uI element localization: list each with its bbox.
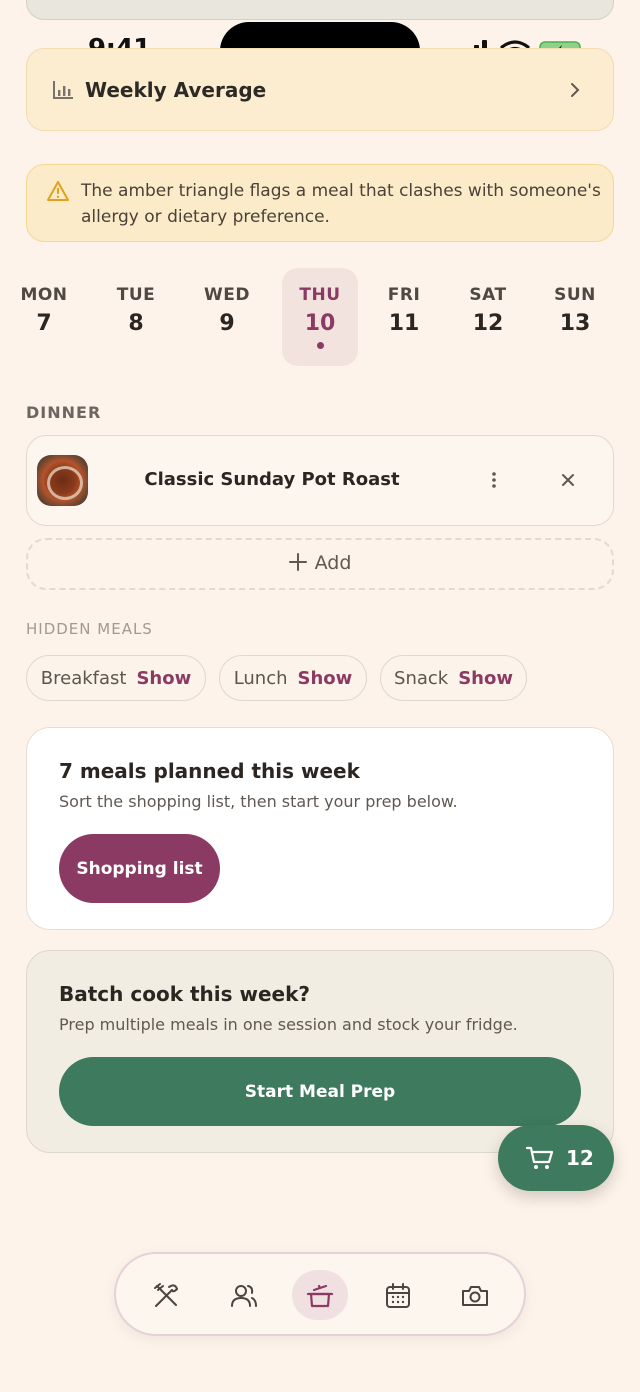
plus-icon: [288, 553, 307, 571]
day-name: SAT: [469, 285, 507, 305]
meals-planned-subtitle: Sort the shopping list, then start your …: [59, 792, 458, 811]
bar-chart-icon: [53, 81, 73, 99]
day-name: THU: [299, 285, 341, 305]
meal-title: Classic Sunday Pot Roast: [144, 469, 400, 490]
day-date: 7: [36, 311, 52, 336]
pot-icon[interactable]: [305, 1281, 335, 1311]
day-date: 12: [472, 311, 504, 336]
cart-icon: [526, 1146, 554, 1169]
day-name: WED: [204, 285, 250, 305]
hidden-meal-name: Lunch: [233, 667, 288, 689]
calendar-icon[interactable]: [383, 1281, 413, 1311]
day-date: 10: [304, 311, 336, 336]
meals-planned-title: 7 meals planned this week: [59, 759, 360, 783]
add-meal-label: Add: [26, 552, 614, 574]
day-name: MON: [20, 285, 68, 305]
day-date: 13: [559, 311, 591, 336]
batch-cook-title: Batch cook this week?: [59, 982, 310, 1006]
hidden-meal-lunch[interactable]: Lunch Show: [219, 655, 367, 701]
day-fri[interactable]: FRI 11: [366, 268, 442, 366]
previous-card: [26, 0, 614, 20]
show-button[interactable]: Show: [136, 668, 191, 689]
cart-count: 12: [566, 1146, 594, 1170]
hidden-meal-snack[interactable]: Snack Show: [380, 655, 527, 701]
show-button[interactable]: Show: [298, 668, 353, 689]
close-icon[interactable]: [558, 470, 578, 490]
start-meal-prep-button[interactable]: Start Meal Prep: [59, 1057, 581, 1126]
selected-day-dot: [316, 342, 324, 349]
hidden-meal-name: Breakfast: [40, 667, 127, 689]
hidden-meals-label: HIDDEN MEALS: [26, 620, 153, 638]
chevron-right-icon: [571, 83, 580, 97]
hidden-meal-breakfast[interactable]: Breakfast Show: [26, 655, 206, 701]
day-wed[interactable]: WED 9: [189, 268, 265, 366]
day-name: SUN: [554, 285, 596, 305]
day-date: 9: [219, 311, 235, 336]
more-options-icon[interactable]: [484, 470, 504, 490]
utensils-icon[interactable]: [151, 1281, 181, 1311]
shopping-list-button[interactable]: Shopping list: [59, 834, 220, 903]
batch-cook-subtitle: Prep multiple meals in one session and s…: [59, 1015, 518, 1034]
weekly-average-title: Weekly Average: [85, 78, 267, 102]
day-tue[interactable]: TUE 8: [98, 268, 174, 366]
dinner-section-label: DINNER: [26, 403, 102, 422]
add-text: Add: [314, 552, 352, 574]
cart-button[interactable]: [498, 1125, 614, 1191]
day-date: 11: [388, 311, 420, 336]
day-mon[interactable]: MON 7: [6, 268, 82, 366]
day-sat[interactable]: SAT 12: [450, 268, 526, 366]
day-date: 8: [128, 311, 144, 336]
day-thu[interactable]: THU 10: [282, 268, 358, 366]
hidden-meal-name: Snack: [394, 667, 449, 689]
day-name: TUE: [116, 285, 156, 305]
warning-text: The amber triangle flags a meal that cla…: [81, 181, 601, 227]
show-button[interactable]: Show: [458, 668, 513, 689]
day-name: FRI: [387, 285, 421, 305]
day-sun[interactable]: SUN 13: [537, 268, 613, 366]
warning-triangle-icon: [47, 181, 69, 201]
people-icon[interactable]: [229, 1281, 259, 1311]
camera-icon[interactable]: [460, 1281, 490, 1311]
